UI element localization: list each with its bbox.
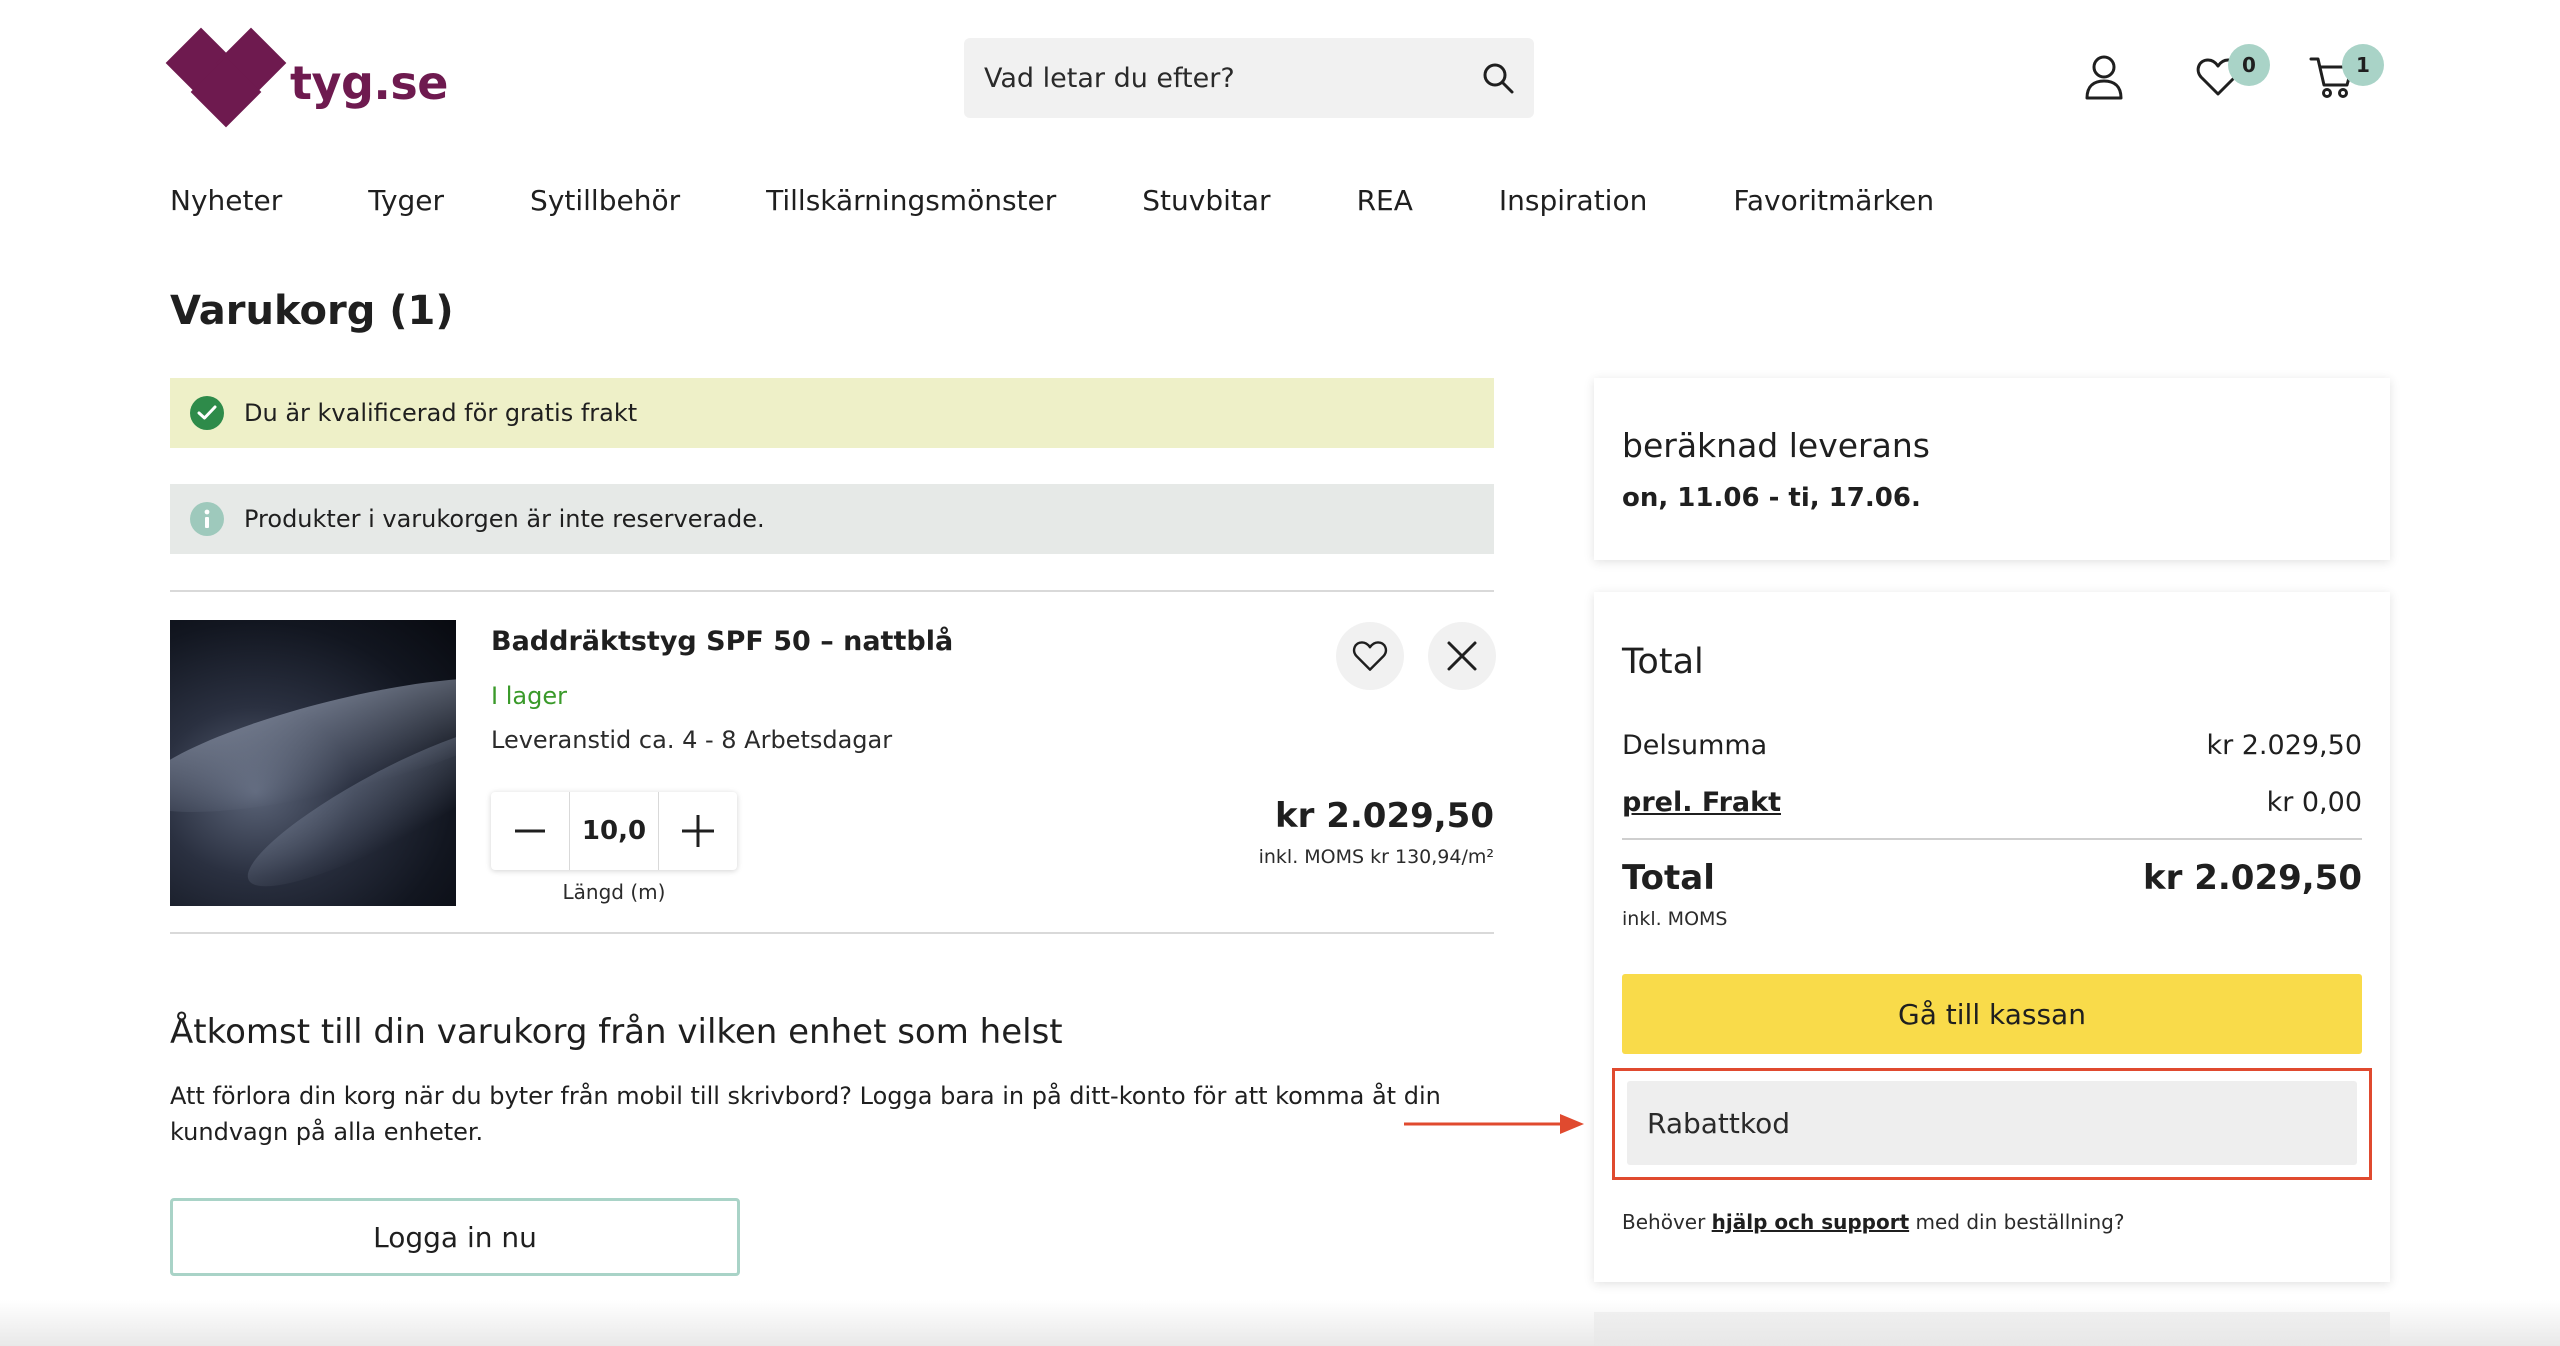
- subtotal-value: kr 2.029,50: [2206, 730, 2362, 761]
- quantity-label: Längd (m): [562, 880, 666, 904]
- increase-quantity-button[interactable]: [659, 792, 737, 870]
- summary-title: Total: [1622, 642, 1704, 682]
- stock-status: I lager: [491, 682, 567, 710]
- user-icon[interactable]: [2080, 52, 2128, 102]
- subtotal-row: Delsumma kr 2.029,50: [1622, 730, 2362, 761]
- nav-item-inspiration[interactable]: Inspiration: [1499, 184, 1647, 217]
- logo-mark-icon: [165, 27, 287, 128]
- nav-item-tyger[interactable]: Tyger: [368, 184, 444, 217]
- access-heading: Åtkomst till din varukorg från vilken en…: [170, 1012, 1063, 1052]
- plus-icon: [682, 815, 714, 847]
- reservation-text: Produkter i varukorgen är inte reservera…: [244, 505, 765, 533]
- heart-icon: [1352, 641, 1388, 671]
- divider: [170, 590, 1494, 592]
- cart-count-badge: 1: [2342, 44, 2384, 86]
- estimated-delivery-value: on, 11.06 - ti, 17.06.: [1622, 483, 1921, 513]
- nav-item-rea[interactable]: REA: [1357, 184, 1413, 217]
- checkout-button[interactable]: Gå till kassan: [1622, 974, 2362, 1054]
- quantity-value[interactable]: 10,0: [569, 792, 659, 870]
- check-circle-icon: [190, 396, 224, 430]
- access-description: Att förlora din korg när du byter från m…: [170, 1082, 1441, 1146]
- product-image[interactable]: [170, 620, 456, 906]
- nav-item-tillskarningsmonster[interactable]: Tillskärningsmönster: [766, 184, 1056, 217]
- coupon-highlight: [1612, 1068, 2372, 1180]
- quantity-stepper: 10,0: [491, 792, 737, 870]
- remove-item-button[interactable]: [1428, 622, 1496, 690]
- help-suffix: med din beställning?: [1909, 1210, 2125, 1234]
- search-bar: [964, 38, 1534, 118]
- nav-item-stuvbitar[interactable]: Stuvbitar: [1142, 184, 1270, 217]
- item-price-detail: inkl. MOMS kr 130,94/m²: [1258, 846, 1494, 868]
- help-support-link[interactable]: hjälp och support: [1712, 1210, 1909, 1234]
- shipping-info-link[interactable]: prel. Frakt: [1622, 787, 1781, 818]
- logo-text: tyg.se: [290, 56, 448, 110]
- add-to-wishlist-button[interactable]: [1336, 622, 1404, 690]
- decrease-quantity-button[interactable]: [491, 792, 569, 870]
- wishlist-count-badge: 0: [2228, 44, 2270, 86]
- free-shipping-text: Du är kvalificerad för gratis frakt: [244, 399, 638, 427]
- reservation-notice: Produkter i varukorgen är inte reservera…: [170, 484, 1494, 554]
- total-row: Total kr 2.029,50: [1622, 858, 2362, 898]
- estimated-delivery-card: beräknad leverans on, 11.06 - ti, 17.06.: [1594, 378, 2390, 560]
- nav-item-favoritmarken[interactable]: Favoritmärken: [1733, 184, 1934, 217]
- free-shipping-notice: Du är kvalificerad för gratis frakt: [170, 378, 1494, 448]
- vat-note: inkl. MOMS: [1622, 908, 1728, 930]
- nav-item-nyheter[interactable]: Nyheter: [170, 184, 282, 217]
- coupon-code-input[interactable]: [1627, 1081, 2357, 1165]
- item-price: kr 2.029,50: [1275, 796, 1494, 836]
- order-summary-card: Total Delsumma kr 2.029,50 prel. Frakt k…: [1594, 592, 2390, 1282]
- minus-icon: [515, 829, 545, 833]
- site-header: tyg.se 0 1 Nyheter Tyger Sytillbehör Til…: [0, 0, 2560, 217]
- help-text: Behöver hjälp och support med din bestäl…: [1622, 1210, 2124, 1234]
- product-name[interactable]: Baddräktstyg SPF 50 – nattblå: [491, 626, 953, 657]
- page-title: Varukorg (1): [170, 288, 454, 334]
- search-icon[interactable]: [1478, 58, 1518, 98]
- site-logo[interactable]: tyg.se: [165, 27, 448, 128]
- main-nav: Nyheter Tyger Sytillbehör Tillskärningsm…: [170, 184, 1934, 217]
- estimated-delivery-label: beräknad leverans: [1622, 426, 1930, 465]
- login-button[interactable]: Logga in nu: [170, 1198, 740, 1276]
- shipping-value: kr 0,00: [2266, 787, 2362, 818]
- total-value: kr 2.029,50: [2143, 858, 2362, 898]
- shipping-row: prel. Frakt kr 0,00: [1622, 787, 2362, 818]
- divider: [170, 932, 1494, 934]
- divider: [1622, 838, 2362, 840]
- arrow-right-icon: [1404, 1114, 1584, 1134]
- search-input[interactable]: [984, 62, 1478, 94]
- subtotal-label: Delsumma: [1622, 730, 1768, 761]
- help-prefix: Behöver: [1622, 1210, 1712, 1234]
- nav-item-sytillbehor[interactable]: Sytillbehör: [530, 184, 680, 217]
- delivery-time: Leveranstid ca. 4 - 8 Arbetsdagar: [491, 726, 893, 754]
- info-icon: [190, 502, 224, 536]
- close-icon: [1447, 641, 1477, 671]
- next-card-edge: [1594, 1312, 2390, 1346]
- total-label: Total: [1622, 858, 1715, 898]
